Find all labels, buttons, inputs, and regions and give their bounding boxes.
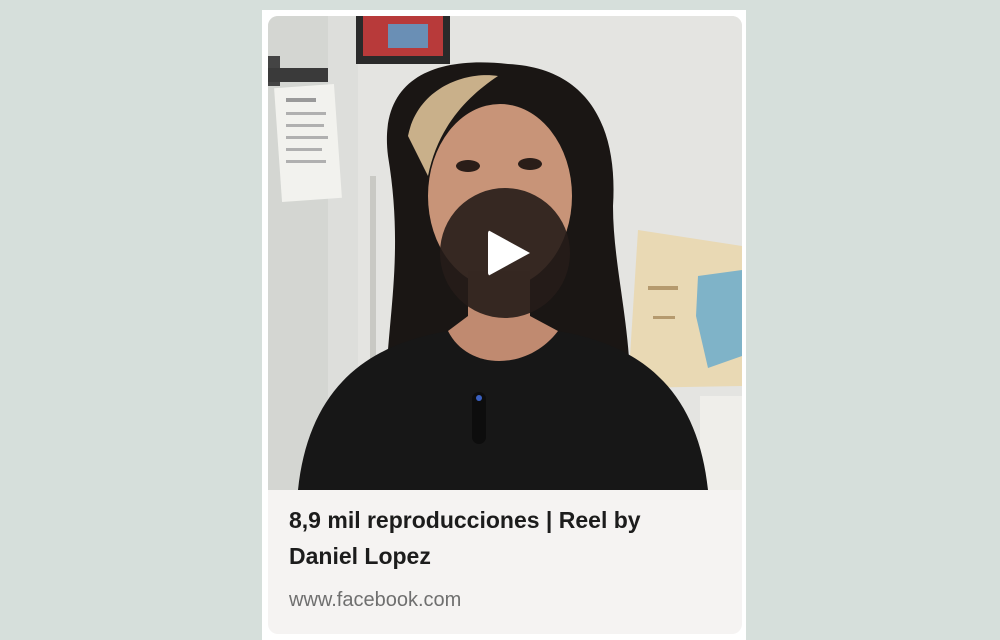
link-domain: www.facebook.com bbox=[289, 589, 462, 611]
video-thumbnail[interactable] bbox=[268, 16, 742, 490]
link-title[interactable]: 8,9 mil reproducciones | Reel by Daniel … bbox=[289, 502, 709, 574]
play-icon bbox=[488, 230, 530, 276]
play-button[interactable] bbox=[440, 188, 570, 318]
link-preview-card[interactable]: 8,9 mil reproducciones | Reel by Daniel … bbox=[268, 16, 742, 634]
